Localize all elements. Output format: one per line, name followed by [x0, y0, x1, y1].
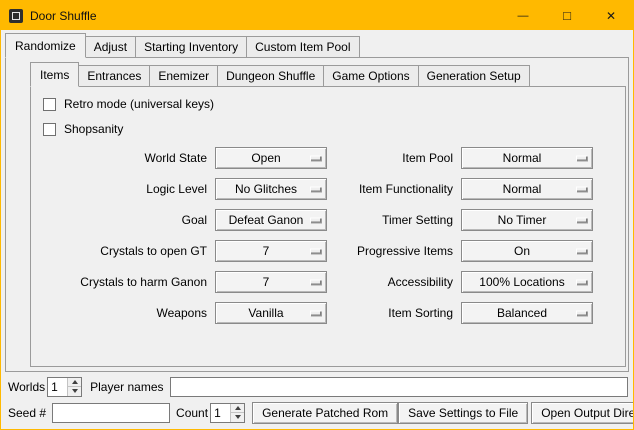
- randomize-tab-bar: Items Entrances Enemizer Dungeon Shuffle…: [30, 62, 628, 86]
- minimize-button[interactable]: —: [501, 1, 545, 30]
- count-label: Count: [176, 406, 208, 420]
- goal-value: Defeat Ganon: [229, 213, 314, 227]
- tab-enemizer[interactable]: Enemizer: [149, 65, 218, 87]
- menu-indicator-icon: [310, 280, 321, 285]
- timer-setting-value: No Timer: [498, 213, 557, 227]
- world-state-dropdown[interactable]: Open: [215, 147, 327, 169]
- logic-level-dropdown[interactable]: No Glitches: [215, 178, 327, 200]
- menu-indicator-icon: [310, 249, 321, 254]
- window-title: Door Shuffle: [30, 9, 97, 23]
- goal-label: Goal: [39, 213, 207, 227]
- progressive-items-label: Progressive Items: [335, 244, 453, 258]
- worlds-spin-down-icon[interactable]: [68, 386, 81, 396]
- crystals-open-gt-dropdown[interactable]: 7: [215, 240, 327, 262]
- menu-indicator-icon: [310, 218, 321, 223]
- world-state-value: Open: [251, 151, 290, 165]
- timer-setting-dropdown[interactable]: No Timer: [461, 209, 593, 231]
- weapons-label: Weapons: [39, 306, 207, 320]
- tab-game-options[interactable]: Game Options: [323, 65, 418, 87]
- shopsanity-label: Shopsanity: [64, 122, 123, 136]
- menu-indicator-icon: [310, 311, 321, 316]
- item-functionality-label: Item Functionality: [335, 182, 453, 196]
- accessibility-dropdown[interactable]: 100% Locations: [461, 271, 593, 293]
- timer-setting-label: Timer Setting: [335, 213, 453, 227]
- shopsanity-checkbox[interactable]: [43, 123, 56, 136]
- item-functionality-dropdown[interactable]: Normal: [461, 178, 593, 200]
- tab-items[interactable]: Items: [30, 62, 79, 87]
- maximize-button[interactable]: □: [545, 1, 589, 30]
- world-state-label: World State: [39, 151, 207, 165]
- goal-dropdown[interactable]: Defeat Ganon: [215, 209, 327, 231]
- menu-indicator-icon: [576, 249, 587, 254]
- worlds-label: Worlds: [8, 380, 45, 394]
- logic-level-value: No Glitches: [235, 182, 307, 196]
- title-bar: Door Shuffle — □ ✕: [1, 1, 633, 30]
- main-tab-bar: Randomize Adjust Starting Inventory Cust…: [5, 33, 633, 57]
- tab-randomize[interactable]: Randomize: [5, 33, 86, 58]
- tab-dungeon-shuffle[interactable]: Dungeon Shuffle: [217, 65, 324, 87]
- worlds-spin-arrows: [67, 378, 81, 396]
- count-spinbox[interactable]: 1: [210, 403, 245, 423]
- seed-input[interactable]: [52, 403, 170, 423]
- progressive-items-dropdown[interactable]: On: [461, 240, 593, 262]
- count-spin-arrows: [230, 404, 244, 422]
- player-names-label: Player names: [90, 380, 163, 394]
- logic-level-label: Logic Level: [39, 182, 207, 196]
- menu-indicator-icon: [576, 187, 587, 192]
- tab-starting-inventory[interactable]: Starting Inventory: [135, 36, 247, 58]
- worlds-value: 1: [48, 378, 67, 396]
- player-names-input[interactable]: [170, 377, 629, 397]
- tab-adjust[interactable]: Adjust: [85, 36, 136, 58]
- tab-custom-item-pool[interactable]: Custom Item Pool: [246, 36, 359, 58]
- crystals-harm-ganon-dropdown[interactable]: 7: [215, 271, 327, 293]
- tab-entrances[interactable]: Entrances: [78, 65, 150, 87]
- count-spin-down-icon[interactable]: [231, 412, 244, 422]
- item-sorting-label: Item Sorting: [335, 306, 453, 320]
- save-settings-button[interactable]: Save Settings to File: [398, 402, 528, 424]
- items-pane: Retro mode (universal keys) Shopsanity W…: [30, 86, 626, 367]
- tab-generation-setup[interactable]: Generation Setup: [418, 65, 530, 87]
- seed-label: Seed #: [8, 406, 46, 420]
- crystals-open-gt-value: 7: [263, 244, 280, 258]
- crystals-harm-ganon-value: 7: [263, 275, 280, 289]
- crystals-harm-ganon-label: Crystals to harm Ganon: [39, 275, 207, 289]
- menu-indicator-icon: [576, 218, 587, 223]
- item-pool-value: Normal: [503, 151, 552, 165]
- options-grid: World State Open Item Pool Normal Logic …: [39, 147, 619, 324]
- accessibility-label: Accessibility: [335, 275, 453, 289]
- item-pool-dropdown[interactable]: Normal: [461, 147, 593, 169]
- item-sorting-dropdown[interactable]: Balanced: [461, 302, 593, 324]
- worlds-row: Worlds 1 Player names: [8, 375, 628, 398]
- menu-indicator-icon: [576, 311, 587, 316]
- crystals-open-gt-label: Crystals to open GT: [39, 244, 207, 258]
- item-sorting-value: Balanced: [497, 306, 557, 320]
- menu-indicator-icon: [310, 156, 321, 161]
- count-value: 1: [211, 404, 230, 422]
- count-spin-up-icon[interactable]: [231, 404, 244, 413]
- generate-patched-rom-button[interactable]: Generate Patched Rom: [252, 402, 398, 424]
- accessibility-value: 100% Locations: [479, 275, 574, 289]
- item-pool-label: Item Pool: [335, 151, 453, 165]
- weapons-value: Vanilla: [248, 306, 293, 320]
- progressive-items-value: On: [514, 244, 540, 258]
- retro-mode-row: Retro mode (universal keys): [43, 97, 619, 111]
- seed-row: Seed # Count 1 Generate Patched Rom Save…: [8, 401, 628, 424]
- door-shuffle-window: Door Shuffle — □ ✕ Randomize Adjust Star…: [0, 0, 634, 430]
- close-button[interactable]: ✕: [589, 1, 633, 30]
- worlds-spinbox[interactable]: 1: [47, 377, 82, 397]
- menu-indicator-icon: [576, 156, 587, 161]
- bottom-bar: Worlds 1 Player names Seed # Count 1: [1, 371, 633, 429]
- shopsanity-row: Shopsanity: [43, 122, 619, 136]
- item-functionality-value: Normal: [503, 182, 552, 196]
- randomize-pane: Items Entrances Enemizer Dungeon Shuffle…: [5, 57, 629, 372]
- worlds-spin-up-icon[interactable]: [68, 378, 81, 387]
- retro-mode-label: Retro mode (universal keys): [64, 97, 214, 111]
- menu-indicator-icon: [576, 280, 587, 285]
- menu-indicator-icon: [310, 187, 321, 192]
- window-controls: — □ ✕: [501, 1, 633, 30]
- open-output-directory-button[interactable]: Open Output Directory: [531, 402, 634, 424]
- app-icon: [9, 9, 23, 23]
- retro-mode-checkbox[interactable]: [43, 98, 56, 111]
- weapons-dropdown[interactable]: Vanilla: [215, 302, 327, 324]
